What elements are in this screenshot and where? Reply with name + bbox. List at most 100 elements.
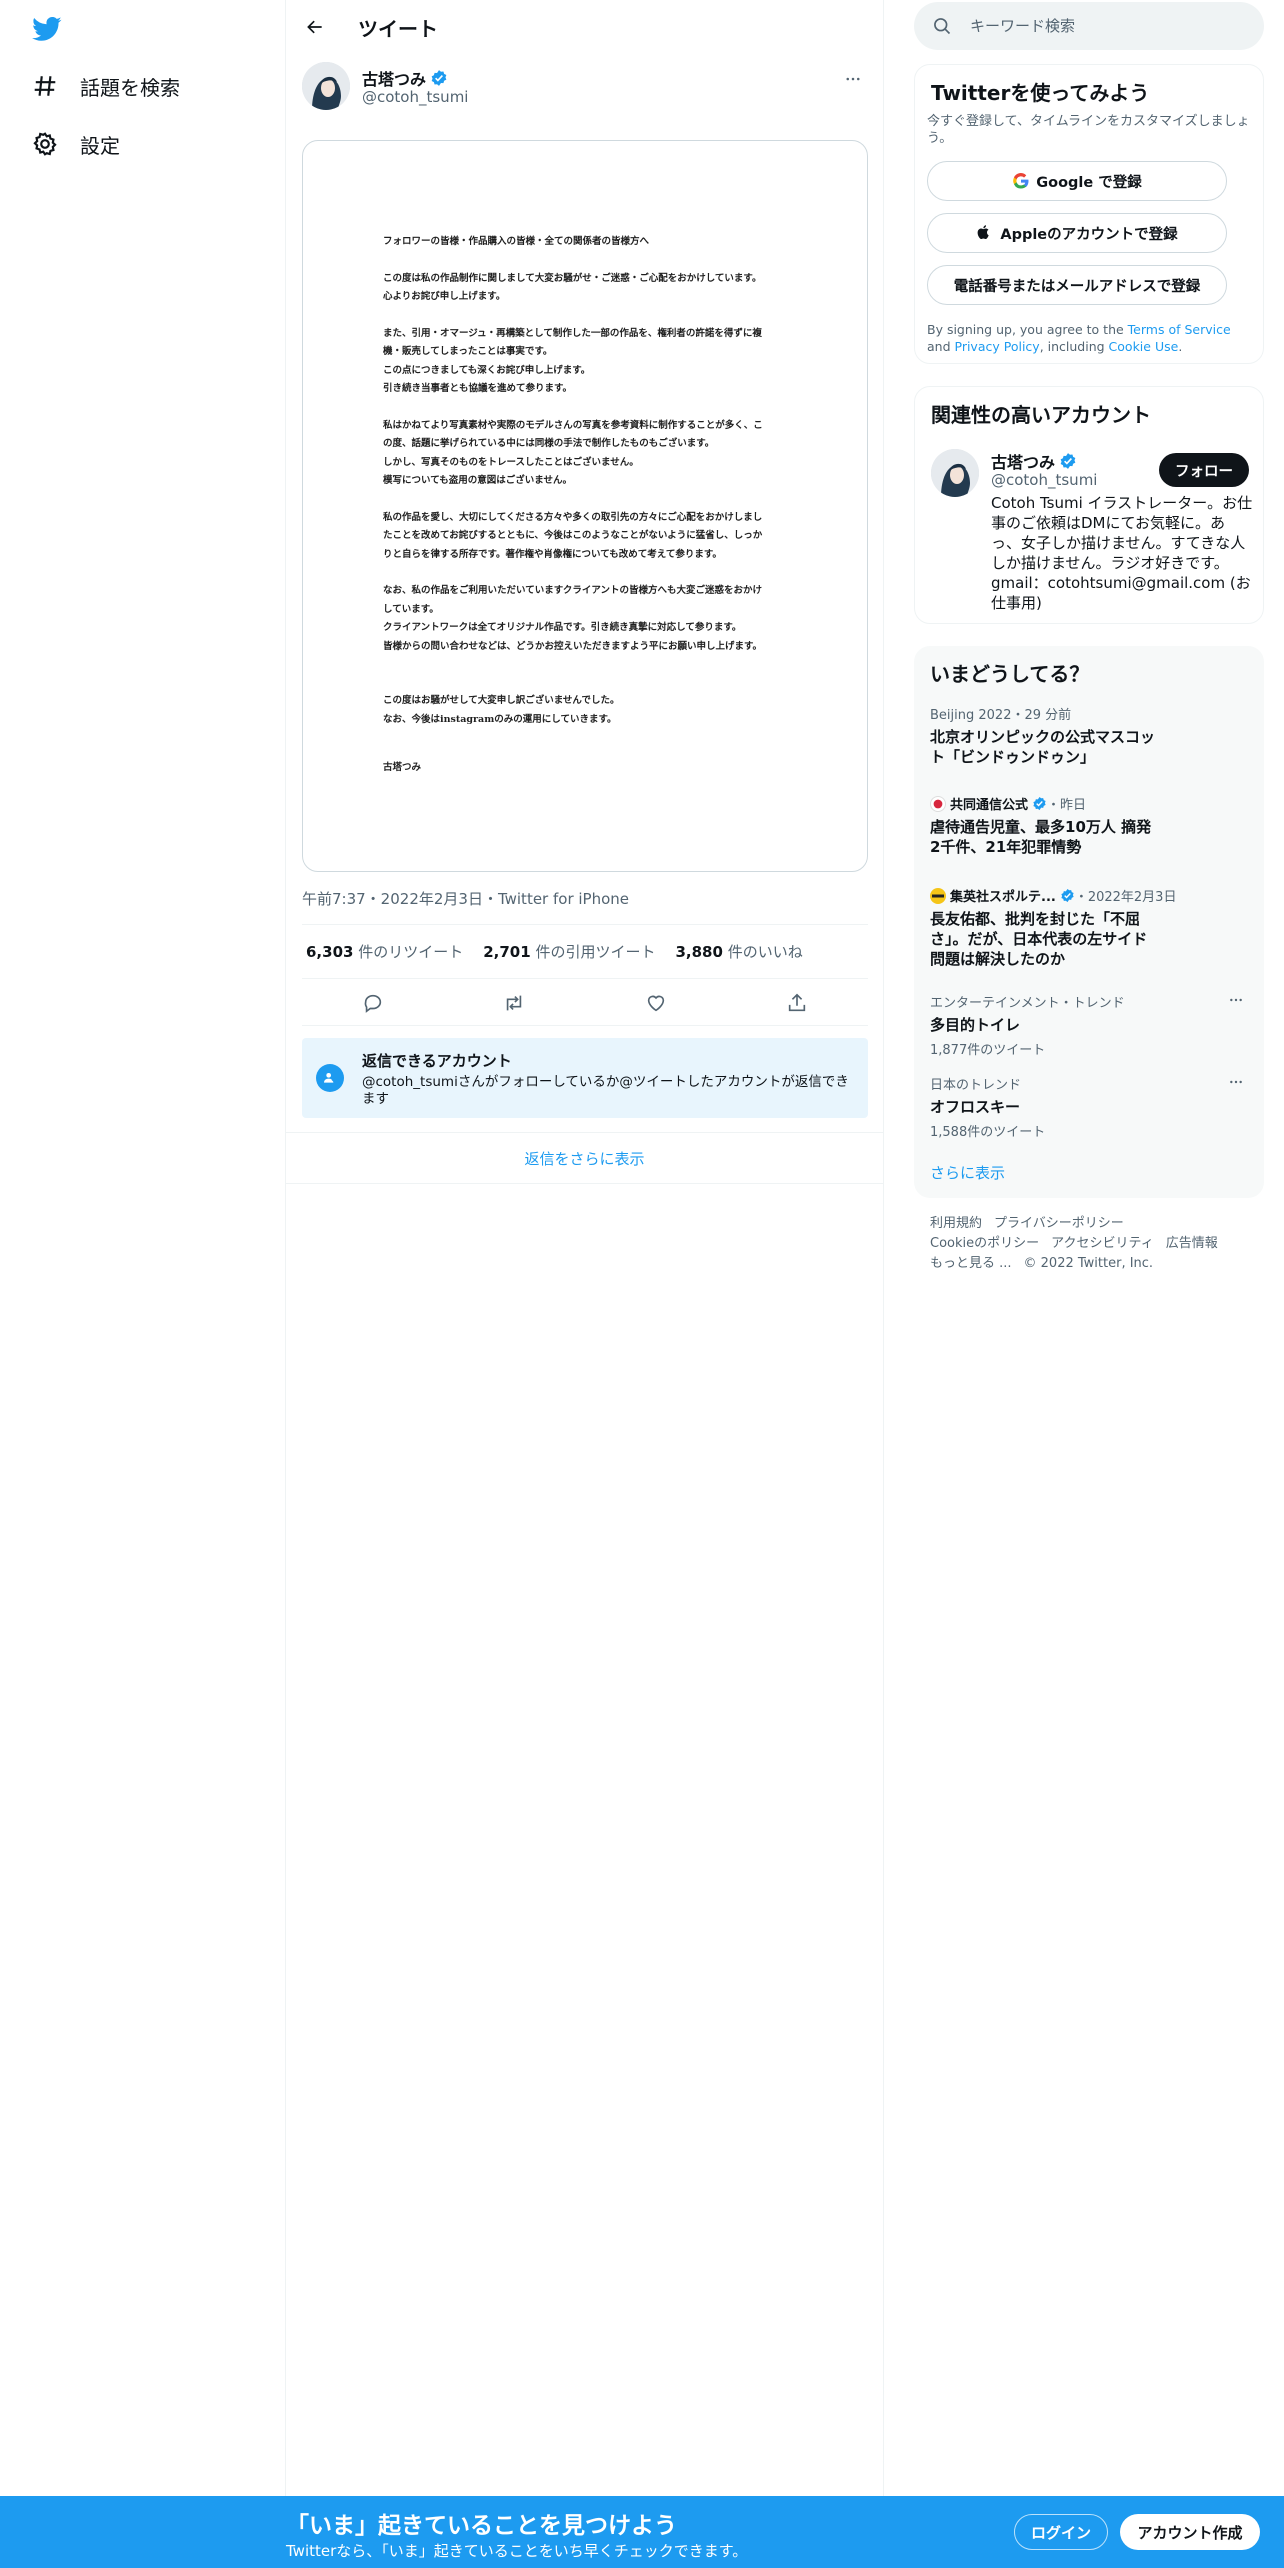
cookie-use-link[interactable]: Cookie Use — [1109, 339, 1179, 354]
search-icon — [932, 16, 952, 36]
trend-category: Beijing 2022・29 分前 — [930, 708, 1072, 723]
signup-card: Twitterを使ってみよう 今すぐ登録して、タイムラインをカスタマイズしましょ… — [914, 64, 1264, 364]
trend-category: 集英社スポルテ... ・2022年2月3日 — [930, 886, 1248, 905]
login-button[interactable]: ログイン — [1014, 2514, 1108, 2550]
hashtag-icon — [30, 71, 60, 101]
avatar[interactable] — [302, 62, 350, 110]
footer-links: 利用規約 プライバシーポリシー Cookieのポリシー アクセシビリティ 広告情報 も… — [930, 1214, 1260, 1274]
signup-title: Twitterを使ってみよう — [931, 81, 1150, 105]
bottom-bar-subtitle: Twitterなら、「いま」起きていることをいち早くチェックできます。 — [286, 2542, 748, 2560]
trend-tweet-count: 1,877件のツイート — [930, 1043, 1046, 1058]
reply-restriction-notice: 返信できるアカウント @cotoh_tsumiさんがフォローしているか@ツイート… — [302, 1038, 868, 1118]
quote-count[interactable]: 2,701 件の引用ツイート — [483, 941, 655, 962]
retweet-icon[interactable] — [497, 986, 531, 1020]
related-account-bio: Cotoh Tsumi イラストレーター。お仕事のご依頼はDMにてお気軽に。あっ… — [991, 494, 1253, 612]
trend-item[interactable]: Beijing 2022・29 分前 北京オリンピックの公式マスコット「ビンドゥ… — [930, 704, 1248, 767]
copyright: © 2022 Twitter, Inc. — [1023, 1256, 1154, 1271]
document-paragraph: なお、私の作品をご利用いただいていますクライアントの皆様方へも大変ご迷惑をおかけ… — [383, 585, 763, 652]
trend-item[interactable]: 共同通信公式 ・昨日 虐待通告児童、最多10万人 摘発2千件、21年犯罪情勢 — [930, 794, 1248, 857]
document-paragraph: この度は私の作品制作に関しまして大変お騒がせ・ご迷惑・ご心配をおかけしています。… — [383, 272, 762, 303]
document-paragraph: 私の作品を愛し、大切にしてくださる方々や多くの取引先の方々にご心配をおかけしまし… — [383, 511, 763, 560]
footer-link[interactable]: プライバシーポリシー — [994, 1216, 1124, 1231]
verified-badge-icon — [430, 69, 448, 87]
reply-restriction-text: @cotoh_tsumiさんがフォローしているか@ツイートしたアカウントが返信で… — [362, 1074, 849, 1107]
nav-settings-label: 設定 — [80, 133, 120, 158]
terms-of-service-link[interactable]: Terms of Service — [1128, 322, 1231, 337]
tweet-timestamp[interactable]: 午前7:37・2022年2月3日・Twitter for iPhone — [302, 888, 629, 909]
related-accounts-card: 関連性の高いアカウント 古塔つみ @cotoh_tsumi フォロー Cotoh… — [914, 386, 1264, 624]
signup-terms: By signing up, you agree to the Terms of… — [927, 321, 1253, 355]
search-input[interactable] — [970, 14, 1240, 38]
document-paragraph: また、引用・オマージュ・再構築として制作した一部の作品を、権利者の許諾を得ずに複… — [383, 327, 762, 395]
trend-more-icon[interactable] — [1224, 988, 1248, 1012]
terms-and: and — [927, 339, 955, 354]
like-count-value: 3,880 — [675, 943, 723, 961]
more-options-icon[interactable] — [838, 64, 868, 94]
like-icon[interactable] — [639, 986, 673, 1020]
signup-subtitle: 今すぐ登録して、タイムラインをカスタマイズしましょう。 — [927, 114, 1250, 146]
related-account-name[interactable]: 古塔つみ — [991, 449, 1077, 473]
related-title: 関連性の高いアカウント — [931, 403, 1151, 427]
verified-badge-icon — [1059, 452, 1077, 470]
left-sidebar: 話題を検索 設定 — [0, 0, 286, 2496]
nav-settings[interactable]: 設定 — [30, 124, 120, 164]
footer-link[interactable]: Cookieのポリシー — [930, 1236, 1039, 1251]
show-more-replies-link[interactable]: 返信をさらに表示 — [286, 1132, 883, 1184]
footer-link[interactable]: 広告情報 — [1166, 1236, 1218, 1251]
footer-link[interactable]: アクセシビリティ — [1051, 1236, 1154, 1251]
trend-title: 長友佑都、批判を封じた「不屈さ」。だが、日本代表の左サイド問題は解決したのか — [930, 910, 1148, 968]
trend-source-name: 共同通信公式 — [950, 798, 1029, 813]
footer-link[interactable]: 利用規約 — [930, 1216, 982, 1231]
apple-signup-button[interactable]: Appleのアカウントで登録 — [927, 213, 1227, 253]
bottom-signup-bar: 「いま」起きていることを見つけよう Twitterなら、「いま」起きていることを… — [0, 2496, 1284, 2568]
trend-tweet-count: 1,588件のツイート — [930, 1125, 1046, 1140]
trend-title: オフロスキー — [930, 1098, 1021, 1116]
verified-badge-icon — [1032, 796, 1047, 811]
reply-icon[interactable] — [356, 986, 390, 1020]
footer-link[interactable]: もっと見る ... — [930, 1256, 1012, 1271]
trend-title: 多目的トイレ — [930, 1016, 1021, 1034]
share-icon[interactable] — [780, 986, 814, 1020]
terms-end: . — [1178, 339, 1183, 354]
trend-item[interactable]: エンターテインメント・トレンド 多目的トイレ 1,877件のツイート — [930, 992, 1248, 1058]
kyodo-logo-icon — [930, 795, 946, 812]
twitter-logo-icon[interactable] — [30, 14, 66, 44]
like-count[interactable]: 3,880 件のいいね — [675, 941, 802, 962]
reply-restriction-icon — [316, 1064, 344, 1092]
privacy-policy-link[interactable]: Privacy Policy — [955, 339, 1040, 354]
author-handle: @cotoh_tsumi — [362, 88, 469, 106]
retweet-count-value: 6,303 — [306, 943, 354, 961]
document-paragraph: フォロワーの皆様・作品購入の皆様・全ての関係者の皆様方へ — [383, 236, 650, 247]
author-name-text: 古塔つみ — [362, 70, 427, 89]
follow-button[interactable]: フォロー — [1159, 453, 1249, 487]
retweet-count[interactable]: 6,303 件のリツイート — [306, 941, 463, 962]
search-box[interactable] — [914, 2, 1264, 50]
create-account-button[interactable]: アカウント作成 — [1120, 2514, 1260, 2550]
trends-show-more-link[interactable]: さらに表示 — [930, 1162, 1005, 1183]
like-count-label: 件のいいね — [722, 943, 803, 961]
trend-title: 虐待通告児童、最多10万人 摘発2千件、21年犯罪情勢 — [930, 818, 1152, 856]
nav-explore[interactable]: 話題を検索 — [30, 66, 180, 106]
tweet-header: ツイート — [286, 0, 883, 54]
nav-explore-label: 話題を検索 — [80, 75, 180, 100]
trend-more-icon[interactable] — [1224, 1070, 1248, 1094]
back-arrow-icon[interactable] — [298, 10, 332, 44]
trends-title: いまどうしてる？ — [930, 662, 1090, 686]
quote-count-value: 2,701 — [483, 943, 531, 961]
avatar[interactable] — [931, 449, 979, 497]
related-account-name-text: 古塔つみ — [991, 453, 1056, 472]
author-name[interactable]: 古塔つみ — [362, 66, 448, 90]
google-signup-label: Google で登録 — [1036, 174, 1142, 191]
google-signup-button[interactable]: Google で登録 — [927, 161, 1227, 201]
quote-count-label: 件の引用ツイート — [530, 943, 656, 961]
statement-document: フォロワーの皆様・作品購入の皆様・全ての関係者の皆様方へこの度は私の作品制作に関… — [383, 233, 803, 796]
tweet-author: 古塔つみ @cotoh_tsumi — [302, 62, 868, 118]
trend-item[interactable]: 集英社スポルテ... ・2022年2月3日 長友佑都、批判を封じた「不屈さ」。だ… — [930, 886, 1248, 969]
document-paragraph: この度はお騒がせして大変申し訳ございませんでした。 なお、今後はinstagram… — [383, 695, 620, 725]
verified-badge-icon — [1060, 888, 1075, 903]
phone-email-signup-button[interactable]: 電話番号またはメールアドレスで登録 — [927, 265, 1227, 305]
apple-logo-icon — [976, 224, 994, 242]
tweet-stats: 6,303 件のリツイート 2,701 件の引用ツイート 3,880 件のいいね — [302, 924, 868, 979]
trend-item[interactable]: 日本のトレンド オフロスキー 1,588件のツイート — [930, 1074, 1248, 1140]
tweet-image[interactable]: フォロワーの皆様・作品購入の皆様・全ての関係者の皆様方へこの度は私の作品制作に関… — [302, 140, 868, 872]
